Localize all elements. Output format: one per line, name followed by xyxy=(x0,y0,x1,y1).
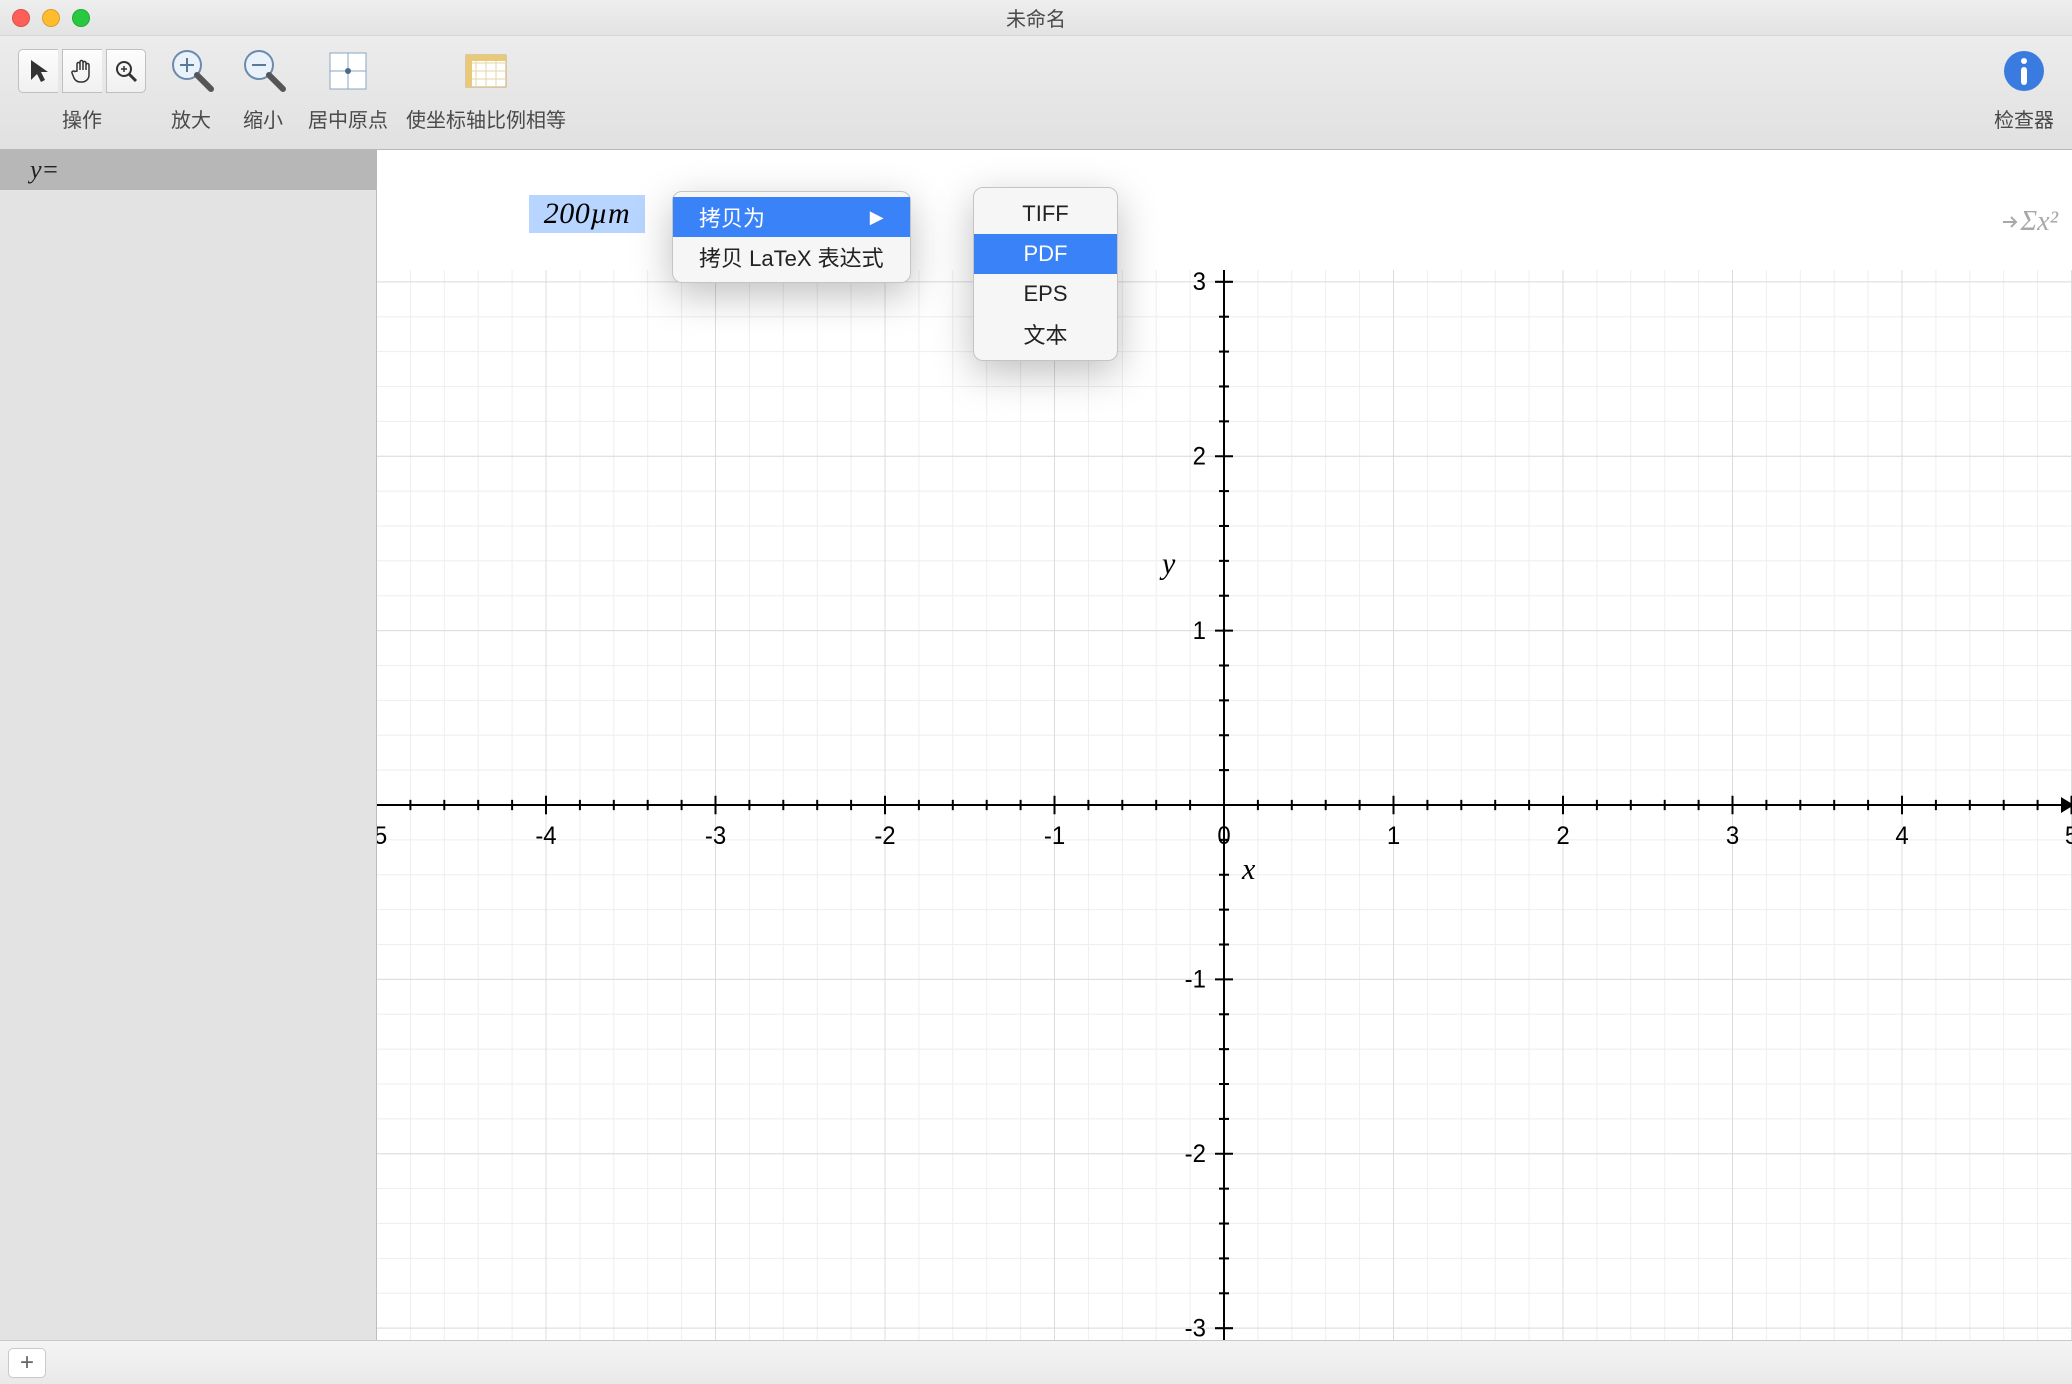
svg-text:3: 3 xyxy=(1726,823,1739,850)
inspector-button[interactable] xyxy=(1997,44,2051,98)
equal-aspect-icon xyxy=(460,45,512,97)
svg-text:-3: -3 xyxy=(1185,1315,1206,1340)
x-axis-label: x xyxy=(1241,852,1256,886)
toolbar-group-inspector: 检查器 xyxy=(1994,44,2054,133)
selected-text-label[interactable]: 200µm xyxy=(529,195,645,233)
toolbar-group-zoom-out: 缩小 xyxy=(236,44,290,133)
zoom-in-icon xyxy=(165,45,217,97)
pointer-icon xyxy=(28,58,50,84)
svg-text:3: 3 xyxy=(1193,270,1206,296)
footer: + xyxy=(0,1340,2072,1384)
traffic-lights xyxy=(12,9,90,27)
coordinate-grid: -5 -4 -3 -2 -1 0 1 2 3 4 5 -3 -2 -1 1 2 3 x y xyxy=(377,270,2072,1340)
equal-aspect-button[interactable] xyxy=(459,44,513,98)
svg-text:2: 2 xyxy=(1193,443,1206,470)
svg-text:4: 4 xyxy=(1895,823,1908,850)
close-window-button[interactable] xyxy=(12,9,30,27)
svg-text:1: 1 xyxy=(1387,823,1400,850)
svg-text:5: 5 xyxy=(2065,823,2072,850)
zoom-out-button[interactable] xyxy=(236,44,290,98)
context-submenu: TIFFPDFEPS文本 xyxy=(973,187,1118,361)
svg-text:0: 0 xyxy=(1217,823,1230,850)
center-origin-button[interactable] xyxy=(321,44,375,98)
toolbar-label: 缩小 xyxy=(243,104,283,133)
titlebar: 未命名 xyxy=(0,0,2072,36)
center-origin-icon xyxy=(322,45,374,97)
submenu-item[interactable]: 文本 xyxy=(974,314,1117,354)
svg-text:-1: -1 xyxy=(1044,823,1065,850)
info-icon xyxy=(2001,48,2047,94)
svg-text:-2: -2 xyxy=(1185,1141,1206,1168)
svg-text:-3: -3 xyxy=(705,823,726,850)
toolbar-group-center-origin: 居中原点 xyxy=(308,44,388,133)
minimize-window-button[interactable] xyxy=(42,9,60,27)
equation-input[interactable]: y= xyxy=(0,150,377,190)
submenu-item[interactable]: PDF xyxy=(974,234,1117,274)
zoom-rect-tool-button[interactable] xyxy=(106,49,146,93)
svg-text:-1: -1 xyxy=(1185,966,1206,993)
toolbar-label: 使坐标轴比例相等 xyxy=(406,104,566,133)
toolbar-label: 居中原点 xyxy=(308,104,388,133)
body: y= 200µm Σx² -5-4-3-2-1012345- xyxy=(0,150,2072,1340)
svg-text:2: 2 xyxy=(1556,823,1569,850)
window-title: 未命名 xyxy=(0,3,2072,32)
toolbar-group-zoom-in: 放大 xyxy=(164,44,218,133)
equation-sidebar: y= xyxy=(0,150,377,1340)
zoom-out-icon xyxy=(237,45,289,97)
toolbar-label: 检查器 xyxy=(1994,104,2054,133)
svg-text:-4: -4 xyxy=(535,823,556,850)
svg-text:-2: -2 xyxy=(874,823,895,850)
toolbar-group-equal-aspect: 使坐标轴比例相等 xyxy=(406,44,566,133)
context-menu: 拷贝为▶拷贝 LaTeX 表达式 xyxy=(672,191,911,283)
toolbar-group-operate: 操作 xyxy=(18,44,146,133)
pointer-tool-button[interactable] xyxy=(18,49,58,93)
y-axis-label: y xyxy=(1159,546,1176,580)
graph-canvas[interactable]: 200µm Σx² -5 -4 -3 -2 -1 0 1 2 3 4 5 -3 -2 -1 1 2 3 x xyxy=(377,150,2072,1340)
menu-item[interactable]: 拷贝 LaTeX 表达式 xyxy=(673,237,910,277)
svg-text:-5: -5 xyxy=(377,823,387,850)
magnifier-plus-icon xyxy=(113,58,139,84)
toolbar-label: 放大 xyxy=(171,104,211,133)
svg-text:1: 1 xyxy=(1193,618,1206,645)
toolbar-label: 操作 xyxy=(62,104,102,133)
menu-item[interactable]: 拷贝为▶ xyxy=(673,197,910,237)
add-button[interactable]: + xyxy=(8,1348,46,1378)
hand-icon xyxy=(70,58,96,84)
zoom-window-button[interactable] xyxy=(72,9,90,27)
toolbar: 操作 放大 缩小 居中原点 使坐标轴比例相等 xyxy=(0,36,2072,150)
arrow-sum-icon xyxy=(2001,212,2021,232)
hand-tool-button[interactable] xyxy=(62,49,102,93)
submenu-item[interactable]: TIFF xyxy=(974,194,1117,234)
app-window: 未命名 操作 放大 xyxy=(0,0,2072,1384)
summation-indicator[interactable]: Σx² xyxy=(2001,206,2058,238)
submenu-item[interactable]: EPS xyxy=(974,274,1117,314)
zoom-in-button[interactable] xyxy=(164,44,218,98)
